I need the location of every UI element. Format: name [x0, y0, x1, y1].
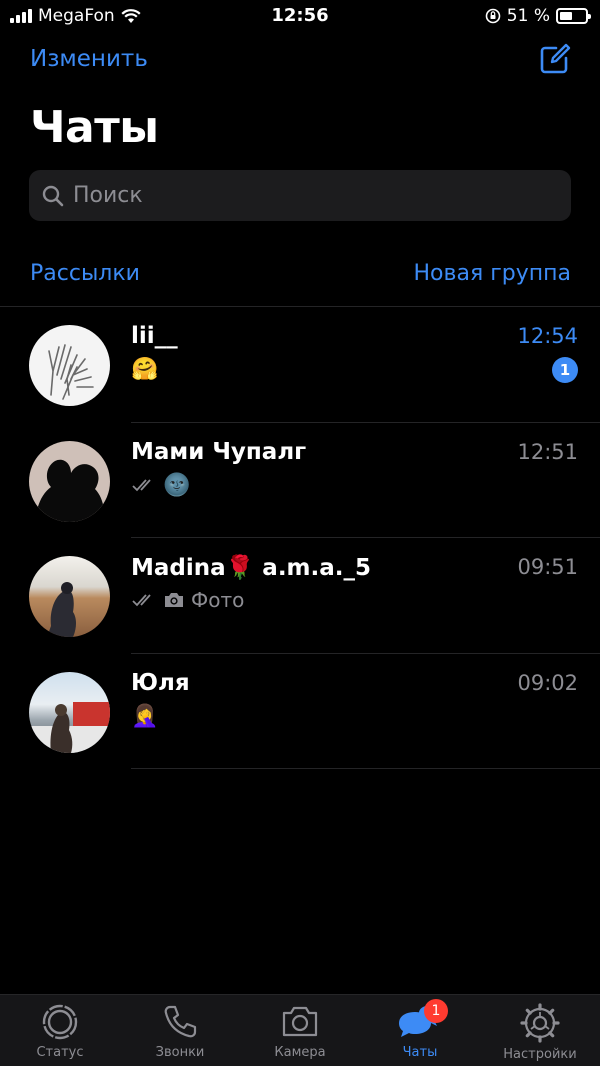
tab-label: Статус [36, 1045, 84, 1060]
status-bar: MegaFon 12:56 51 % [0, 0, 600, 32]
chat-preview: 🌚 [131, 473, 190, 498]
search-icon [42, 185, 64, 206]
chat-time: 12:54 [517, 324, 578, 348]
settings-icon [520, 1003, 560, 1043]
phone-icon [164, 1005, 197, 1038]
chat-list: lii__ 12:54 🤗 1 Мами Чупалг 12:51 🌚 Madi… [0, 307, 600, 769]
avatar [29, 671, 110, 753]
orientation-lock-icon [485, 8, 501, 24]
camera-icon [165, 593, 183, 607]
chat-preview: 🤦‍♀️ [131, 704, 158, 729]
message-preview: 🤦‍♀️ [131, 703, 159, 729]
chat-row[interactable]: Юля 09:02 🤦‍♀️ [0, 654, 600, 769]
unread-badge: 1 [552, 357, 578, 383]
tab-calls[interactable]: Звонки [120, 995, 240, 1066]
list-actions: Рассылки Новая группа [30, 261, 571, 286]
search-input[interactable]: Поиск [29, 170, 571, 221]
broadcast-lists-link[interactable]: Рассылки [30, 261, 140, 286]
battery-percent: 51 % [506, 6, 550, 26]
avatar [29, 440, 110, 522]
chat-preview: 🤗 [131, 357, 158, 382]
chats-badge: 1 [424, 999, 448, 1023]
chat-time: 12:51 [517, 439, 578, 464]
search-placeholder: Поиск [73, 183, 143, 208]
double-check-icon [132, 594, 151, 607]
battery-icon [556, 8, 591, 24]
tab-chats[interactable]: Чаты 1 [360, 995, 480, 1066]
tab-label: Настройки [503, 1047, 577, 1062]
tab-camera[interactable]: Камера [240, 995, 360, 1066]
chat-time: 09:51 [517, 555, 578, 579]
avatar [29, 325, 110, 406]
new-group-link[interactable]: Новая группа [414, 261, 571, 286]
chat-name: Madina🌹 a.m.a._5 [131, 555, 372, 581]
chat-row[interactable]: Madina🌹 a.m.a._5 09:51 Фото [0, 538, 600, 654]
tab-settings[interactable]: Настройки [480, 995, 600, 1066]
message-preview: Фото [191, 588, 245, 612]
chat-row[interactable]: Мами Чупалг 12:51 🌚 [0, 423, 600, 538]
chat-name: lii__ [131, 323, 178, 349]
compose-icon[interactable] [538, 42, 572, 76]
camera-icon [282, 1006, 318, 1037]
tab-bar: Статус Звонки Камера Чаты 1 Настройки [0, 994, 600, 1066]
chat-name: Юля [131, 669, 190, 696]
tab-label: Камера [274, 1045, 326, 1060]
status-bar-right: 51 % [485, 6, 591, 26]
chat-name: Мами Чупалг [131, 438, 307, 465]
chat-preview: Фото [131, 588, 244, 612]
divider [131, 768, 600, 769]
page-title: Чаты [30, 102, 159, 153]
tab-label: Чаты [402, 1045, 438, 1060]
battery-level-fill [560, 12, 573, 20]
edit-button[interactable]: Изменить [30, 46, 148, 72]
avatar [29, 556, 110, 637]
double-check-icon [132, 479, 151, 492]
tab-label: Звонки [155, 1045, 205, 1060]
chat-time: 09:02 [517, 670, 578, 695]
chat-row[interactable]: lii__ 12:54 🤗 1 [0, 307, 600, 423]
message-preview: 🌚 [163, 472, 191, 498]
tab-status[interactable]: Статус [0, 995, 120, 1066]
message-preview: 🤗 [131, 357, 159, 382]
status-icon [42, 1004, 78, 1040]
